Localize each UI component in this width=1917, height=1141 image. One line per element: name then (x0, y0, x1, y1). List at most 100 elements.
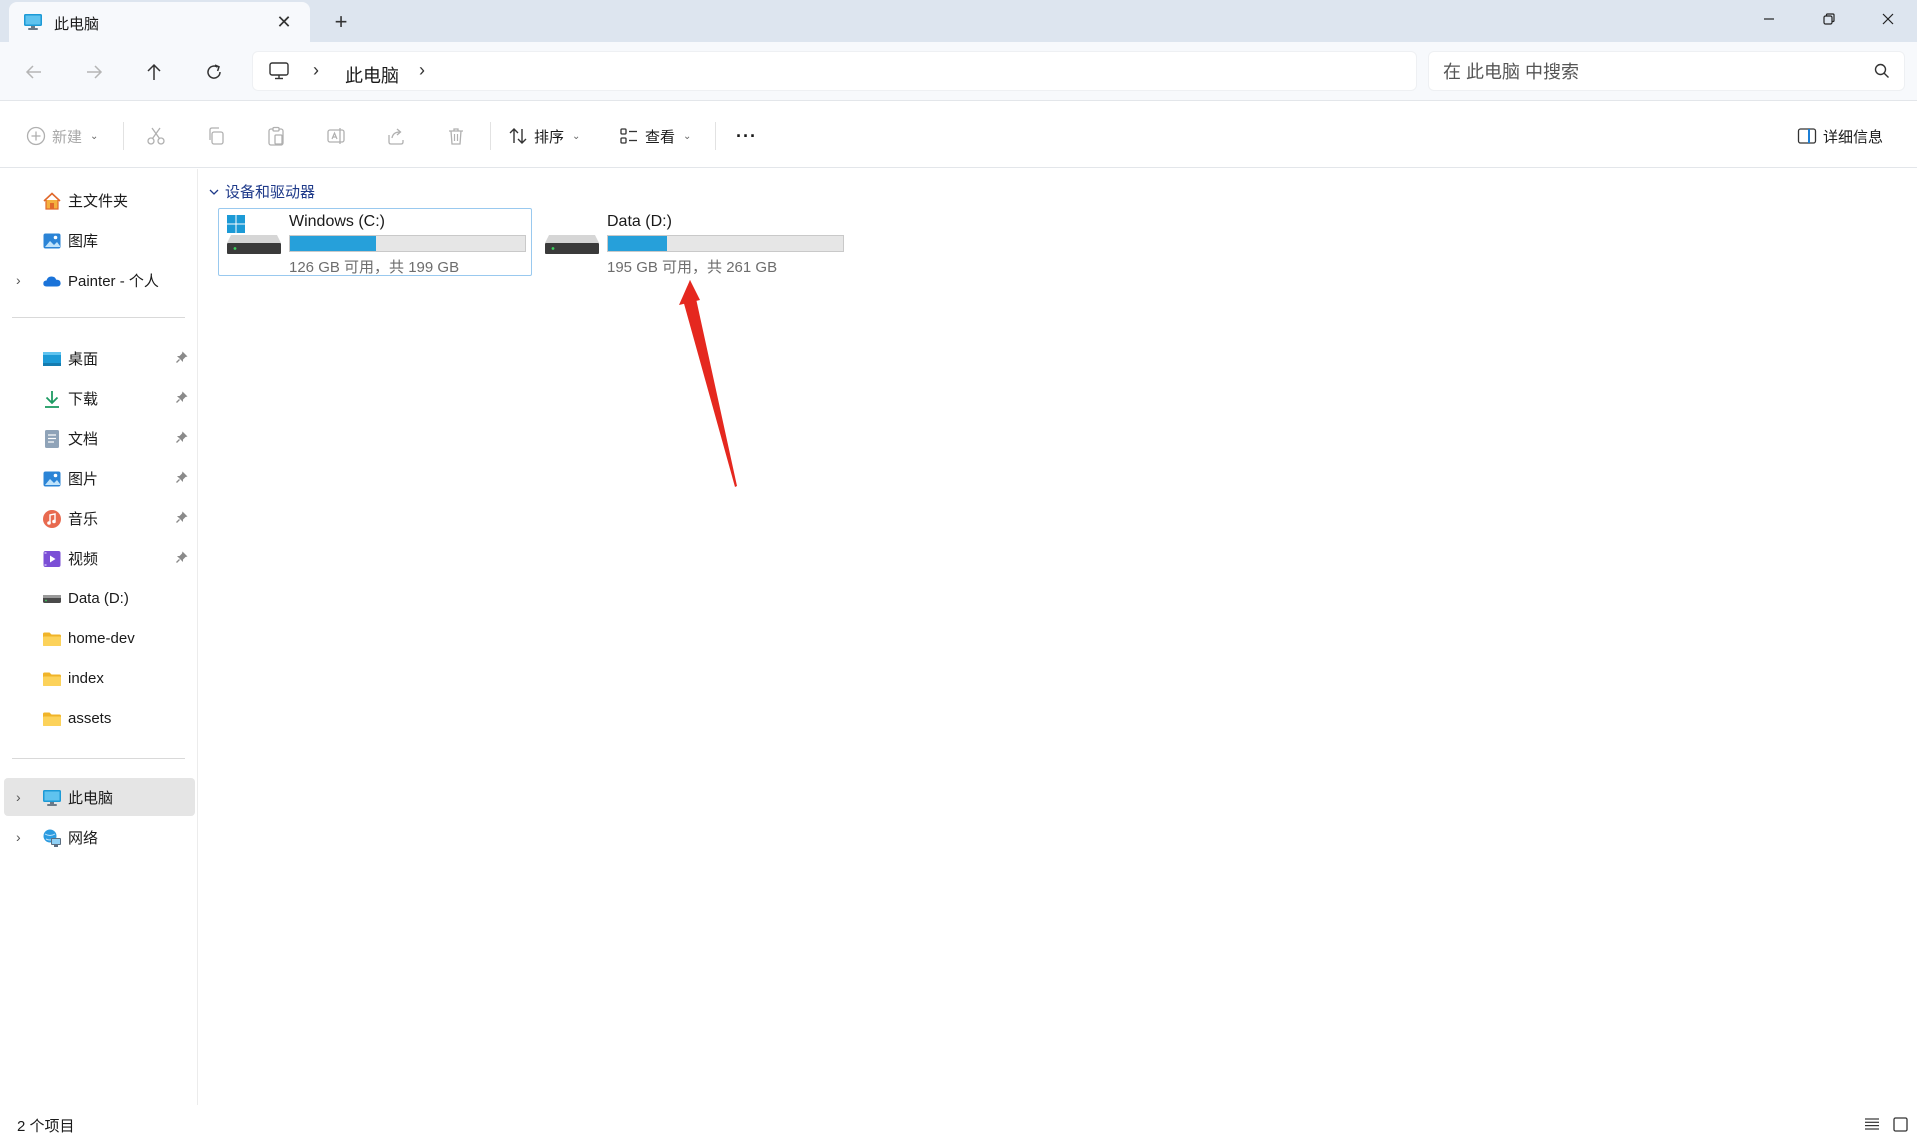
chevron-down-icon (209, 183, 219, 200)
sidebar-item-label: home-dev (68, 629, 135, 647)
more-options-button[interactable]: ··· (736, 120, 757, 152)
sidebar-item-label: 此电脑 (68, 789, 114, 807)
new-tab-button[interactable]: + (326, 7, 356, 37)
sidebar-item-label: 视频 (68, 550, 99, 568)
details-view-button[interactable] (1862, 1114, 1882, 1134)
pin-icon[interactable] (175, 470, 189, 488)
sidebar-item-home[interactable]: 主文件夹 (4, 181, 195, 219)
document-icon (42, 429, 62, 449)
share-icon (388, 128, 404, 145)
search-icon[interactable] (1874, 63, 1890, 84)
sidebar-item-assets[interactable]: assets (4, 699, 195, 737)
sidebar-item-label: 网络 (68, 829, 99, 847)
folder-icon (42, 669, 62, 689)
desktop-icon (42, 349, 62, 369)
share-button[interactable] (386, 120, 406, 152)
title-bar: 此电脑 ✕ + (0, 0, 1917, 42)
sidebar-item-label: Painter - 个人 (68, 272, 159, 290)
back-button[interactable] (18, 57, 50, 87)
refresh-icon (207, 64, 221, 79)
sidebar-divider (12, 758, 185, 759)
monitor-icon (269, 62, 289, 85)
new-button[interactable]: 新建 ⌄ (26, 120, 98, 152)
sidebar-item-label: 图片 (68, 470, 99, 488)
details-pane-icon (1797, 128, 1817, 144)
new-label: 新建 (52, 128, 83, 146)
sidebar-item-music[interactable]: 音乐 (4, 499, 195, 537)
sidebar-item-label: 图库 (68, 232, 99, 250)
search-input[interactable] (1443, 60, 1863, 84)
sidebar-item-data-drive[interactable]: Data (D:) (4, 579, 195, 617)
details-pane-button[interactable]: 详细信息 (1797, 120, 1883, 152)
sidebar-item-this-pc[interactable]: › 此电脑 (4, 778, 195, 816)
drive-tile-d[interactable]: Data (D:) 195 GB 可用，共 261 GB (536, 208, 850, 276)
sidebar-item-label: Data (D:) (68, 589, 129, 607)
breadcrumb-separator[interactable]: › (419, 60, 425, 81)
expand-chevron-icon[interactable]: › (16, 789, 30, 805)
view-icon (620, 128, 637, 144)
pin-icon[interactable] (175, 390, 189, 408)
group-title: 设备和驱动器 (225, 184, 316, 201)
breadcrumb-this-pc[interactable]: 此电脑 (345, 62, 399, 88)
cut-icon (147, 127, 165, 145)
sort-button[interactable]: 排序 ⌄ (508, 120, 580, 152)
expand-chevron-icon[interactable]: › (16, 272, 30, 288)
sidebar-item-index[interactable]: index (4, 659, 195, 697)
sidebar-item-label: 下载 (68, 390, 99, 408)
sidebar-item-network[interactable]: › 网络 (4, 818, 195, 856)
drive-name: Windows (C:) (289, 213, 386, 230)
drive-tile-c[interactable]: Windows (C:) 126 GB 可用，共 199 GB (218, 208, 532, 276)
close-window-button[interactable] (1858, 0, 1917, 38)
delete-button[interactable] (446, 120, 466, 152)
sidebar-item-pictures[interactable]: 图片 (4, 459, 195, 497)
large-icons-view-button[interactable] (1890, 1114, 1910, 1134)
view-button[interactable]: 查看 ⌄ (619, 120, 691, 152)
up-button[interactable] (138, 57, 170, 87)
search-box[interactable] (1428, 51, 1905, 91)
address-bar[interactable]: › 此电脑 › (252, 51, 1417, 91)
sidebar-item-videos[interactable]: 视频 (4, 539, 195, 577)
windows-drive-icon (225, 213, 283, 264)
pin-icon[interactable] (175, 430, 189, 448)
sidebar-item-home-dev[interactable]: home-dev (4, 619, 195, 657)
this-pc-icon (42, 788, 62, 808)
sidebar-item-desktop[interactable]: 桌面 (4, 339, 195, 377)
pin-icon[interactable] (175, 510, 189, 528)
pin-icon[interactable] (175, 350, 189, 368)
toolbar-divider (490, 122, 491, 150)
content-area: 设备和驱动器 Windows (C:) 126 GB 可用，共 199 GB D… (199, 169, 1917, 1105)
close-tab-icon[interactable]: ✕ (270, 8, 298, 36)
drive-usage-bar (607, 235, 844, 252)
refresh-button[interactable] (198, 57, 230, 87)
cut-button[interactable] (146, 120, 166, 152)
sidebar-item-gallery[interactable]: 图库 (4, 221, 195, 259)
up-arrow-icon (147, 63, 161, 80)
sidebar-item-label: 文档 (68, 430, 99, 448)
sidebar-item-downloads[interactable]: 下载 (4, 379, 195, 417)
group-header-devices[interactable]: 设备和驱动器 (209, 181, 315, 202)
forward-button[interactable] (78, 57, 110, 87)
tab-this-pc[interactable]: 此电脑 ✕ (9, 2, 310, 42)
sidebar-item-label: assets (68, 709, 112, 727)
chevron-down-icon: ⌄ (90, 130, 99, 142)
drive-name: Data (D:) (607, 213, 672, 230)
sidebar-item-documents[interactable]: 文档 (4, 419, 195, 457)
trash-icon (449, 128, 463, 145)
drive-usage-fill (290, 236, 377, 251)
rename-button[interactable] (326, 120, 346, 152)
tiles-view-icon (1892, 1116, 1908, 1132)
folder-icon (42, 709, 62, 729)
paste-button[interactable] (266, 120, 286, 152)
video-icon (42, 549, 62, 569)
status-bar: 2 个项目 (0, 1106, 1917, 1141)
breadcrumb-separator[interactable]: › (313, 60, 319, 81)
sidebar-item-onedrive[interactable]: › Painter - 个人 (4, 261, 195, 299)
pin-icon[interactable] (175, 550, 189, 568)
home-icon (42, 191, 62, 211)
details-view-icon (1865, 1118, 1879, 1130)
minimize-button[interactable] (1739, 0, 1799, 38)
restore-button[interactable] (1799, 0, 1859, 38)
download-icon (42, 389, 62, 409)
expand-chevron-icon[interactable]: › (16, 829, 30, 845)
copy-button[interactable] (206, 120, 226, 152)
